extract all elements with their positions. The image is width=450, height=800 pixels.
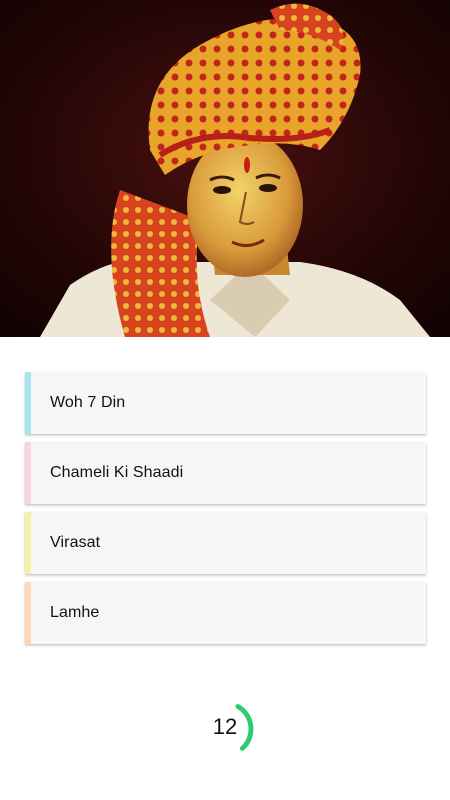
answer-option-3[interactable]: Virasat — [25, 512, 426, 574]
answer-option-1[interactable]: Woh 7 Din — [25, 372, 426, 434]
answer-option-2[interactable]: Chameli Ki Shaadi — [25, 442, 426, 504]
timer-count: 12 — [212, 714, 238, 739]
answer-option-label: Chameli Ki Shaadi — [50, 464, 184, 481]
countdown-timer: 12 — [196, 700, 262, 766]
portrait-image — [0, 0, 450, 337]
quiz-screen: Woh 7 Din Chameli Ki Shaadi Virasat Lamh… — [0, 0, 450, 800]
answer-option-label: Virasat — [50, 534, 101, 551]
answer-options: Woh 7 Din Chameli Ki Shaadi Virasat Lamh… — [25, 372, 426, 652]
answer-option-label: Lamhe — [50, 604, 100, 621]
question-image — [0, 0, 450, 337]
answer-option-label: Woh 7 Din — [50, 394, 126, 411]
answer-option-4[interactable]: Lamhe — [25, 582, 426, 644]
